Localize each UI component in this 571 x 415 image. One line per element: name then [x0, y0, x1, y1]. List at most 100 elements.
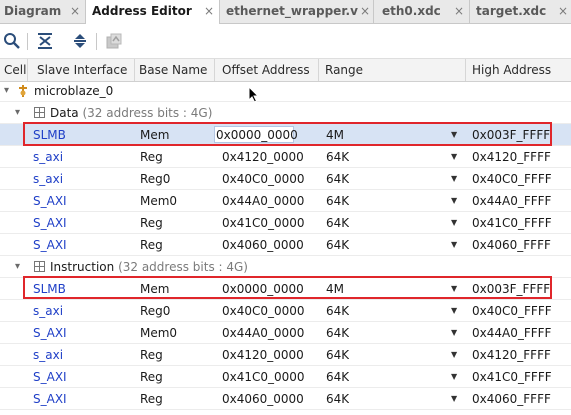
- base-name-cell: Reg: [140, 216, 163, 230]
- table-row[interactable]: s_axi Reg 0x4120_0000 64K ▼ 0x4120_FFFF: [0, 146, 571, 168]
- base-name-cell: Mem0: [140, 326, 178, 340]
- close-icon[interactable]: ×: [360, 4, 370, 18]
- column-header-slave-interface[interactable]: Slave Interface: [28, 59, 135, 81]
- tab-ethernet-wrapper[interactable]: ethernet_wrapper.v ×: [220, 0, 374, 23]
- high-address-cell: 0x41C0_FFFF: [472, 216, 552, 230]
- chevron-down-icon[interactable]: ▾: [4, 80, 9, 102]
- range-select[interactable]: 64K: [326, 190, 349, 212]
- slave-interface-link[interactable]: s_axi: [33, 344, 63, 366]
- range-select[interactable]: 64K: [326, 322, 349, 344]
- table-row[interactable]: S_AXI Mem0 0x44A0_0000 64K ▼ 0x44A0_FFFF: [0, 190, 571, 212]
- column-header-range[interactable]: Range: [319, 59, 466, 81]
- dropdown-arrow-icon[interactable]: ▼: [451, 278, 457, 300]
- slave-interface-link[interactable]: s_axi: [33, 168, 63, 190]
- address-space-icon: [34, 261, 45, 272]
- tab-diagram[interactable]: Diagram ×: [0, 0, 86, 23]
- table-row[interactable]: s_axi Reg 0x4120_0000 64K ▼ 0x4120_FFFF: [0, 344, 571, 366]
- offset-address-cell[interactable]: 0x40C0_0000: [222, 300, 305, 322]
- tab-label: target.xdc: [476, 4, 547, 18]
- slave-interface-link[interactable]: S_AXI: [33, 212, 67, 234]
- range-select[interactable]: 4M: [326, 278, 344, 300]
- table-row[interactable]: S_AXI Mem0 0x44A0_0000 64K ▼ 0x44A0_FFFF: [0, 322, 571, 344]
- range-select[interactable]: 64K: [326, 234, 349, 256]
- slave-interface-link[interactable]: S_AXI: [33, 366, 67, 388]
- offset-address-cell[interactable]: 0x41C0_0000: [222, 366, 305, 388]
- offset-address-cell[interactable]: 0x41C0_0000: [222, 212, 305, 234]
- dropdown-arrow-icon[interactable]: ▼: [451, 168, 457, 190]
- base-name-cell: Reg0: [140, 172, 171, 186]
- tab-eth0-xdc[interactable]: eth0.xdc ×: [374, 0, 470, 23]
- table-row[interactable]: S_AXI Reg 0x41C0_0000 64K ▼ 0x41C0_FFFF: [0, 212, 571, 234]
- slave-interface-link[interactable]: S_AXI: [33, 388, 67, 410]
- table-row[interactable]: s_axi Reg0 0x40C0_0000 64K ▼ 0x40C0_FFFF: [0, 168, 571, 190]
- dropdown-arrow-icon[interactable]: ▼: [451, 212, 457, 234]
- slave-interface-link[interactable]: S_AXI: [33, 322, 67, 344]
- chevron-down-icon[interactable]: ▾: [15, 102, 20, 124]
- close-icon[interactable]: ×: [558, 4, 568, 18]
- address-editor-toolbar: [0, 24, 571, 58]
- slave-interface-link[interactable]: s_axi: [33, 146, 63, 168]
- dropdown-arrow-icon[interactable]: ▼: [451, 322, 457, 344]
- base-name-cell: Reg: [140, 238, 163, 252]
- range-select[interactable]: 64K: [326, 388, 349, 410]
- range-select[interactable]: 4M: [326, 124, 344, 146]
- dropdown-arrow-icon[interactable]: ▼: [451, 124, 457, 146]
- offset-address-cell[interactable]: 0x44A0_0000: [222, 322, 304, 344]
- offset-address-cell[interactable]: 0x4120_0000: [222, 344, 304, 366]
- offset-address-cell[interactable]: 0x0000_0000: [216, 124, 298, 146]
- range-select[interactable]: 64K: [326, 366, 349, 388]
- range-select[interactable]: 64K: [326, 168, 349, 190]
- close-icon[interactable]: ×: [70, 4, 80, 18]
- table-row[interactable]: s_axi Reg0 0x40C0_0000 64K ▼ 0x40C0_FFFF: [0, 300, 571, 322]
- tab-label: Address Editor: [92, 4, 192, 18]
- tab-target-xdc[interactable]: target.xdc ×: [470, 0, 571, 23]
- dropdown-arrow-icon[interactable]: ▼: [451, 190, 457, 212]
- offset-address-cell[interactable]: 0x44A0_0000: [222, 190, 304, 212]
- base-name-cell: Reg: [140, 348, 163, 362]
- dropdown-arrow-icon[interactable]: ▼: [451, 366, 457, 388]
- table-row[interactable]: S_AXI Reg 0x4060_0000 64K ▼ 0x4060_FFFF: [0, 388, 571, 410]
- slave-interface-link[interactable]: SLMB: [33, 278, 66, 300]
- tree-node-microblaze[interactable]: ▾ microblaze_0: [0, 80, 571, 102]
- range-select[interactable]: 64K: [326, 212, 349, 234]
- high-address-cell: 0x4120_FFFF: [472, 150, 551, 164]
- chevron-down-icon[interactable]: ▾: [15, 256, 20, 278]
- tree-node-instruction-group[interactable]: ▾ Instruction (32 address bits : 4G): [0, 256, 571, 278]
- table-row[interactable]: SLMB Mem 0x0000_0000 4M ▼ 0x003F_FFFF: [0, 124, 571, 146]
- slave-interface-link[interactable]: s_axi: [33, 300, 63, 322]
- slave-interface-link[interactable]: SLMB: [33, 124, 66, 146]
- table-row[interactable]: S_AXI Reg 0x4060_0000 64K ▼ 0x4060_FFFF: [0, 234, 571, 256]
- table-row[interactable]: S_AXI Reg 0x41C0_0000 64K ▼ 0x41C0_FFFF: [0, 366, 571, 388]
- tab-label: ethernet_wrapper.v: [226, 4, 358, 18]
- expand-all-icon[interactable]: [71, 32, 89, 50]
- offset-address-cell[interactable]: 0x4060_0000: [222, 388, 304, 410]
- range-select[interactable]: 64K: [326, 344, 349, 366]
- auto-assign-icon[interactable]: [105, 32, 123, 50]
- tab-address-editor[interactable]: Address Editor ×: [86, 0, 220, 24]
- column-header-high-address[interactable]: High Address: [466, 59, 571, 81]
- dropdown-arrow-icon[interactable]: ▼: [451, 344, 457, 366]
- base-name-cell: Reg: [140, 392, 163, 406]
- slave-interface-link[interactable]: S_AXI: [33, 234, 67, 256]
- dropdown-arrow-icon[interactable]: ▼: [451, 234, 457, 256]
- dropdown-arrow-icon[interactable]: ▼: [451, 388, 457, 410]
- table-row[interactable]: SLMB Mem 0x0000_0000 4M ▼ 0x003F_FFFF: [0, 278, 571, 300]
- slave-interface-link[interactable]: S_AXI: [33, 190, 67, 212]
- tree-node-data-group[interactable]: ▾ Data (32 address bits : 4G): [0, 102, 571, 124]
- offset-address-cell[interactable]: 0x40C0_0000: [222, 168, 305, 190]
- range-select[interactable]: 64K: [326, 146, 349, 168]
- offset-address-cell[interactable]: 0x4060_0000: [222, 234, 304, 256]
- collapse-all-icon[interactable]: [36, 32, 54, 50]
- offset-address-cell[interactable]: 0x4120_0000: [222, 146, 304, 168]
- column-header-base-name[interactable]: Base Name: [135, 59, 215, 81]
- range-select[interactable]: 64K: [326, 300, 349, 322]
- offset-address-cell[interactable]: 0x0000_0000: [222, 278, 304, 300]
- dropdown-arrow-icon[interactable]: ▼: [451, 300, 457, 322]
- dropdown-arrow-icon[interactable]: ▼: [451, 146, 457, 168]
- high-address-cell: 0x003F_FFFF: [472, 128, 551, 142]
- search-icon[interactable]: [3, 32, 21, 50]
- column-header-offset-address[interactable]: Offset Address: [215, 59, 319, 81]
- column-header-cell[interactable]: Cell: [0, 59, 28, 81]
- close-icon[interactable]: ×: [454, 4, 464, 18]
- close-icon[interactable]: ×: [204, 4, 214, 18]
